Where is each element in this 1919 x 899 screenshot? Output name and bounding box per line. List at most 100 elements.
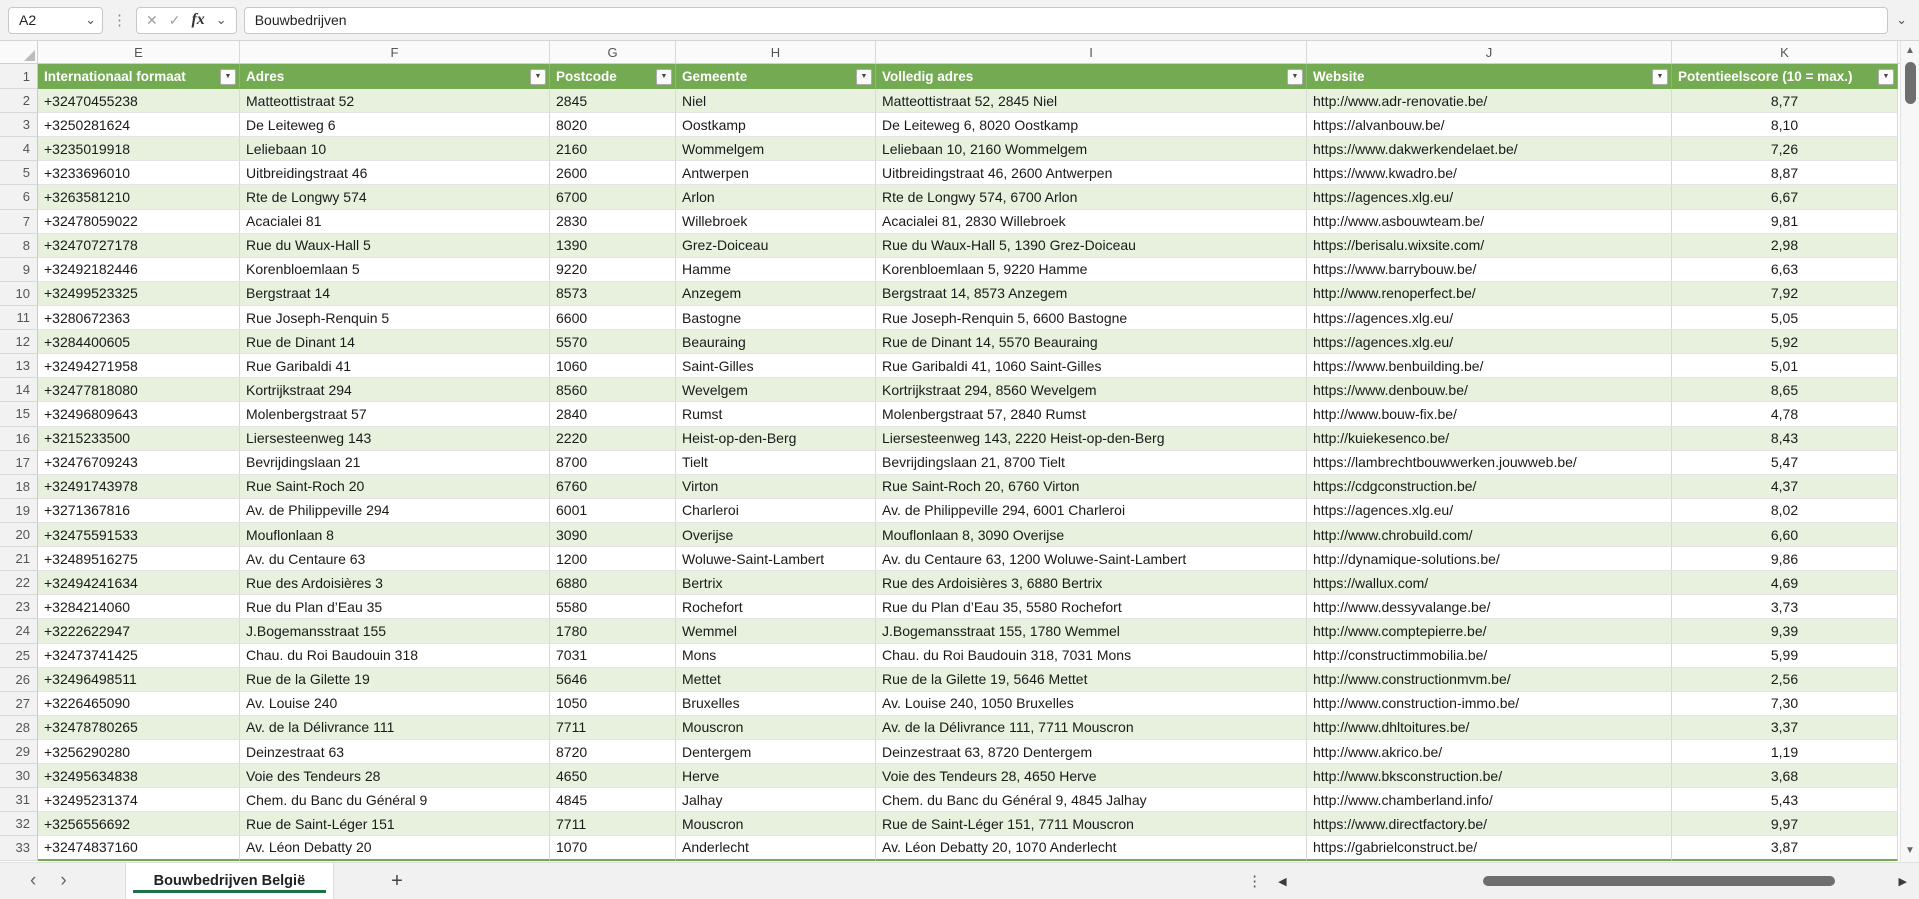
cell-volledig-adres[interactable]: Rue Garibaldi 41, 1060 Saint-Gilles [876,354,1307,379]
row-number[interactable]: 29 [0,739,38,765]
filter-button[interactable]: ▼ [530,68,546,85]
cell-postcode[interactable]: 8560 [550,378,676,403]
cell-volledig-adres[interactable]: Matteottistraat 52, 2845 Niel [876,89,1307,114]
cell-adres[interactable]: Av. de la Délivrance 111 [240,715,550,740]
cell-website[interactable]: https://agences.xlg.eu/ [1307,305,1672,331]
cell-gemeente[interactable]: Anderlecht [676,836,876,861]
cell-website[interactable]: http://www.asbouwteam.be/ [1307,209,1672,234]
cell-phone[interactable]: +3256556692 [38,812,240,837]
column-letter[interactable]: G [550,41,676,63]
cell-gemeente[interactable]: Mouscron [676,715,876,740]
row-number[interactable]: 2 [0,89,38,114]
cell-volledig-adres[interactable]: Acacialei 81, 2830 Willebroek [876,209,1307,234]
cell-phone[interactable]: +3271367816 [38,498,240,523]
cell-volledig-adres[interactable]: Rue des Ardoisières 3, 6880 Bertrix [876,571,1307,596]
cell-website[interactable]: http://www.comptepierre.be/ [1307,619,1672,644]
row-number[interactable]: 27 [0,691,38,716]
cell-score[interactable]: 4,37 [1672,474,1898,499]
cell-phone[interactable]: +3235019918 [38,137,240,162]
cell-score[interactable]: 6,67 [1672,185,1898,210]
row-number[interactable]: 11 [0,305,38,331]
cell-gemeente[interactable]: Mouscron [676,812,876,837]
row-number[interactable]: 26 [0,667,38,692]
cell-website[interactable]: http://www.dhltoitures.be/ [1307,715,1672,740]
cell-adres[interactable]: Leliebaan 10 [240,137,550,162]
cell-score[interactable]: 6,60 [1672,522,1898,548]
cell-score[interactable]: 8,87 [1672,161,1898,186]
cell-website[interactable]: https://gabrielconstruct.be/ [1307,836,1672,861]
select-all-corner[interactable] [0,41,38,63]
cell-gemeente[interactable]: Jalhay [676,788,876,813]
cell-volledig-adres[interactable]: Kortrijkstraat 294, 8560 Wevelgem [876,378,1307,403]
cell-score[interactable]: 6,63 [1672,257,1898,282]
row-number[interactable]: 17 [0,450,38,475]
cell-volledig-adres[interactable]: Rue Saint-Roch 20, 6760 Virton [876,474,1307,499]
cell-postcode[interactable]: 1200 [550,547,676,572]
cell-gemeente[interactable]: Charleroi [676,498,876,523]
cell-score[interactable]: 2,98 [1672,233,1898,258]
kebab-icon[interactable]: ⋮ [103,11,136,29]
cell-phone[interactable]: +32495231374 [38,788,240,813]
row-number[interactable]: 10 [0,281,38,306]
cell-volledig-adres[interactable]: Bergstraat 14, 8573 Anzegem [876,281,1307,306]
cell-website[interactable]: https://www.dakwerkendelaet.be/ [1307,137,1672,162]
row-number[interactable]: 21 [0,547,38,572]
row-number[interactable]: 7 [0,209,38,234]
cell-volledig-adres[interactable]: Voie des Tendeurs 28, 4650 Herve [876,764,1307,789]
cell-score[interactable]: 7,92 [1672,281,1898,306]
cell-adres[interactable]: Liersesteenweg 143 [240,426,550,451]
cell-website[interactable]: http://www.bouw-fix.be/ [1307,402,1672,427]
scroll-right-icon[interactable]: ▶ [1893,875,1913,888]
cell-score[interactable]: 9,81 [1672,209,1898,234]
cell-website[interactable]: https://lambrechtbouwwerken.jouwweb.be/ [1307,450,1672,475]
cell-phone[interactable]: +32477818080 [38,378,240,403]
cell-volledig-adres[interactable]: Bevrijdingslaan 21, 8700 Tielt [876,450,1307,475]
cell-volledig-adres[interactable]: Av. de la Délivrance 111, 7711 Mouscron [876,715,1307,740]
cell-postcode[interactable]: 4650 [550,764,676,789]
cell-gemeente[interactable]: Overijse [676,522,876,548]
cell-adres[interactable]: Molenbergstraat 57 [240,402,550,427]
cell-phone[interactable]: +32475591533 [38,522,240,548]
cell-website[interactable]: https://www.barrybouw.be/ [1307,257,1672,282]
cell-gemeente[interactable]: Hamme [676,257,876,282]
cell-website[interactable]: http://www.adr-renovatie.be/ [1307,89,1672,114]
cell-postcode[interactable]: 7711 [550,812,676,837]
cell-score[interactable]: 5,01 [1672,354,1898,379]
add-sheet-button[interactable]: + [391,870,403,893]
cell-adres[interactable]: J.Bogemansstraat 155 [240,619,550,644]
cell-score[interactable]: 5,92 [1672,330,1898,355]
cell-adres[interactable]: Av. de Philippeville 294 [240,498,550,523]
row-number[interactable]: 31 [0,788,38,813]
cell-volledig-adres[interactable]: Av. de Philippeville 294, 6001 Charleroi [876,498,1307,523]
cell-phone[interactable]: +32494241634 [38,571,240,596]
cell-gemeente[interactable]: Woluwe-Saint-Lambert [676,547,876,572]
cancel-icon[interactable]: ✕ [146,12,158,29]
cell-gemeente[interactable]: Grez-Doiceau [676,233,876,258]
row-number[interactable]: 25 [0,643,38,668]
cell-postcode[interactable]: 5570 [550,330,676,355]
cell-adres[interactable]: Korenbloemlaan 5 [240,257,550,282]
filter-button[interactable]: ▼ [1287,68,1303,85]
cell-gemeente[interactable]: Niel [676,89,876,114]
cell-adres[interactable]: Matteottistraat 52 [240,89,550,114]
cell-gemeente[interactable]: Rochefort [676,595,876,620]
row-number[interactable]: 4 [0,137,38,162]
row-number[interactable]: 28 [0,715,38,740]
cell-phone[interactable]: +3280672363 [38,305,240,331]
cell-phone[interactable]: +32473741425 [38,643,240,668]
cell-postcode[interactable]: 5646 [550,667,676,692]
cell-website[interactable]: https://www.benbuilding.be/ [1307,354,1672,379]
cell-postcode[interactable]: 2600 [550,161,676,186]
cell-postcode[interactable]: 2220 [550,426,676,451]
cell-adres[interactable]: Av. Léon Debatty 20 [240,836,550,861]
cell-gemeente[interactable]: Wommelgem [676,137,876,162]
confirm-icon[interactable]: ✓ [169,12,181,29]
cell-adres[interactable]: Bevrijdingslaan 21 [240,450,550,475]
cell-gemeente[interactable]: Tielt [676,450,876,475]
cell-adres[interactable]: Chau. du Roi Baudouin 318 [240,643,550,668]
cell-postcode[interactable]: 2160 [550,137,676,162]
cell-score[interactable]: 8,65 [1672,378,1898,403]
column-letter[interactable]: F [240,41,550,63]
cell-postcode[interactable]: 6880 [550,571,676,596]
cell-volledig-adres[interactable]: Av. Louise 240, 1050 Bruxelles [876,691,1307,716]
